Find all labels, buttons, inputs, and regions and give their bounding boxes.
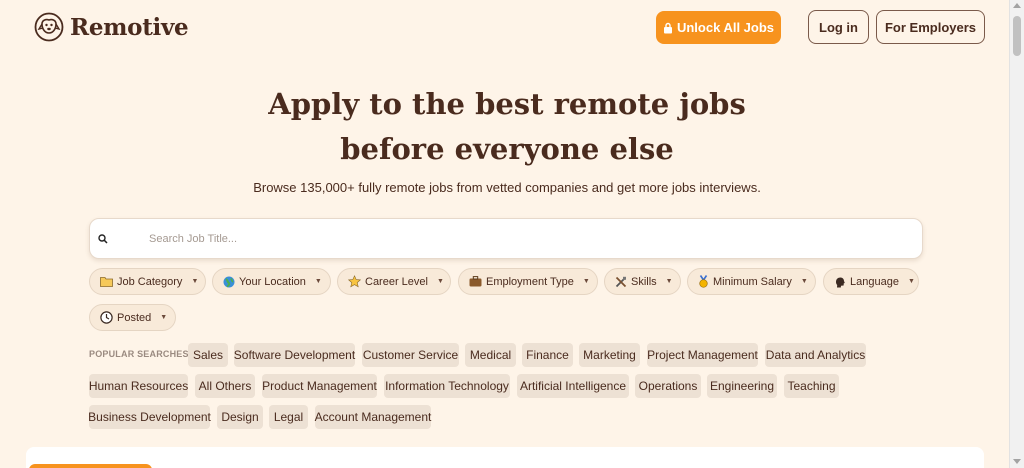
popular-tag-artificial-intelligence[interactable]: Artificial Intelligence bbox=[517, 374, 629, 398]
popular-tag-finance[interactable]: Finance bbox=[522, 343, 573, 367]
popular-tag-all-others[interactable]: All Others bbox=[195, 374, 255, 398]
dog-logo-icon bbox=[34, 12, 64, 42]
search-icon bbox=[97, 233, 109, 245]
popular-tag-teaching[interactable]: Teaching bbox=[784, 374, 839, 398]
page-scrollbar[interactable] bbox=[1009, 0, 1024, 468]
popular-tag-design[interactable]: Design bbox=[217, 405, 263, 429]
popular-tag-medical[interactable]: Medical bbox=[465, 343, 516, 367]
filter-label: Job Category bbox=[117, 275, 183, 288]
filter-your-location[interactable]: Your Location ▼ bbox=[212, 268, 331, 295]
popular-tag-software-development[interactable]: Software Development bbox=[234, 343, 355, 367]
search-bar[interactable] bbox=[89, 218, 923, 259]
filter-minimum-salary[interactable]: Minimum Salary ▼ bbox=[687, 268, 816, 295]
scrollbar-thumb[interactable] bbox=[1013, 16, 1021, 56]
filter-label: Language bbox=[850, 275, 899, 288]
for-employers-button[interactable]: For Employers bbox=[876, 10, 985, 44]
popular-tag-customer-service[interactable]: Customer Service bbox=[362, 343, 459, 367]
popular-tag-engineering[interactable]: Engineering bbox=[707, 374, 777, 398]
filter-label: Employment Type bbox=[486, 275, 574, 288]
chevron-down-icon: ▼ bbox=[314, 278, 322, 285]
filter-posted[interactable]: Posted ▼ bbox=[89, 304, 176, 331]
popular-tag-marketing[interactable]: Marketing bbox=[579, 343, 640, 367]
filter-career-level[interactable]: Career Level ▼ bbox=[337, 268, 451, 295]
brand-name: Remotive bbox=[70, 13, 189, 41]
page-title: Apply to the best remote jobs before eve… bbox=[0, 82, 1010, 172]
medal-icon bbox=[698, 275, 709, 288]
filter-skills[interactable]: Skills ▼ bbox=[604, 268, 681, 295]
popular-tag-account-management[interactable]: Account Management bbox=[315, 405, 431, 429]
filter-label: Posted bbox=[117, 311, 152, 324]
scroll-down-arrow-icon[interactable] bbox=[1013, 459, 1021, 464]
page-title-line-2: before everyone else bbox=[340, 132, 674, 166]
page: Remotive Unlock All Jobs Log in For Empl… bbox=[0, 0, 1010, 468]
popular-tag-project-management[interactable]: Project Management bbox=[647, 343, 758, 367]
speaking-head-icon bbox=[834, 275, 846, 288]
unlock-all-jobs-button[interactable]: Unlock All Jobs bbox=[656, 11, 781, 44]
clock-icon bbox=[100, 311, 113, 324]
chevron-down-icon: ▼ bbox=[436, 278, 444, 285]
chevron-down-icon: ▼ bbox=[582, 278, 590, 285]
star-icon bbox=[348, 275, 361, 288]
filter-label: Your Location bbox=[239, 275, 306, 288]
search-input[interactable] bbox=[147, 231, 851, 246]
unlock-all-jobs-label: Unlock All Jobs bbox=[676, 20, 775, 35]
filter-label: Minimum Salary bbox=[713, 275, 792, 288]
login-button[interactable]: Log in bbox=[808, 10, 869, 44]
chevron-down-icon: ▼ bbox=[191, 278, 199, 285]
filter-language[interactable]: Language ▼ bbox=[823, 268, 919, 295]
job-list-card bbox=[26, 447, 984, 468]
popular-tag-business-development[interactable]: Business Development bbox=[88, 405, 211, 429]
popular-tag-legal[interactable]: Legal bbox=[269, 405, 308, 429]
job-list-banner bbox=[29, 464, 152, 468]
chevron-down-icon: ▼ bbox=[907, 278, 915, 285]
filter-label: Career Level bbox=[365, 275, 428, 288]
folder-icon bbox=[100, 275, 113, 288]
briefcase-icon bbox=[469, 275, 482, 288]
popular-searches-label: POPULAR SEARCHES: bbox=[89, 349, 192, 359]
filter-label: Skills bbox=[631, 275, 657, 288]
popular-tag-product-management[interactable]: Product Management bbox=[262, 374, 377, 398]
popular-tag-operations[interactable]: Operations bbox=[635, 374, 701, 398]
tools-icon bbox=[615, 275, 627, 288]
popular-tag-data-and-analytics[interactable]: Data and Analytics bbox=[765, 343, 866, 367]
popular-tag-human-resources[interactable]: Human Resources bbox=[89, 374, 188, 398]
popular-tag-information-technology[interactable]: Information Technology bbox=[384, 374, 510, 398]
brand-logo[interactable]: Remotive bbox=[34, 12, 189, 42]
filter-job-category[interactable]: Job Category ▼ bbox=[89, 268, 206, 295]
page-title-line-1: Apply to the best remote jobs bbox=[268, 87, 746, 121]
scroll-up-arrow-icon[interactable] bbox=[1013, 3, 1021, 8]
chevron-down-icon: ▼ bbox=[665, 278, 673, 285]
globe-icon bbox=[223, 275, 235, 288]
page-subtitle: Browse 135,000+ fully remote jobs from v… bbox=[253, 180, 761, 195]
lock-icon bbox=[663, 22, 672, 33]
filter-employment-type[interactable]: Employment Type ▼ bbox=[458, 268, 598, 295]
chevron-down-icon: ▼ bbox=[800, 278, 808, 285]
popular-tag-sales[interactable]: Sales bbox=[188, 343, 228, 367]
chevron-down-icon: ▼ bbox=[160, 314, 168, 321]
